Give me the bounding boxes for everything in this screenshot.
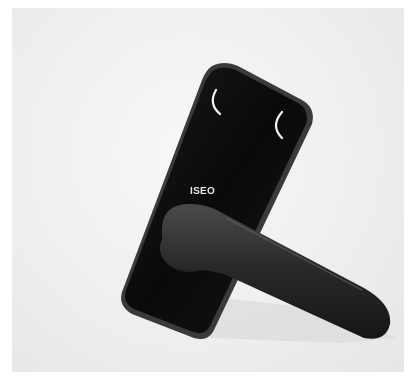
product-photo: ISEO — [12, 8, 404, 372]
brand-logo: ISEO — [190, 186, 215, 197]
door-lock-illustration: ISEO — [121, 63, 397, 343]
image-frame: ISEO — [0, 0, 412, 380]
